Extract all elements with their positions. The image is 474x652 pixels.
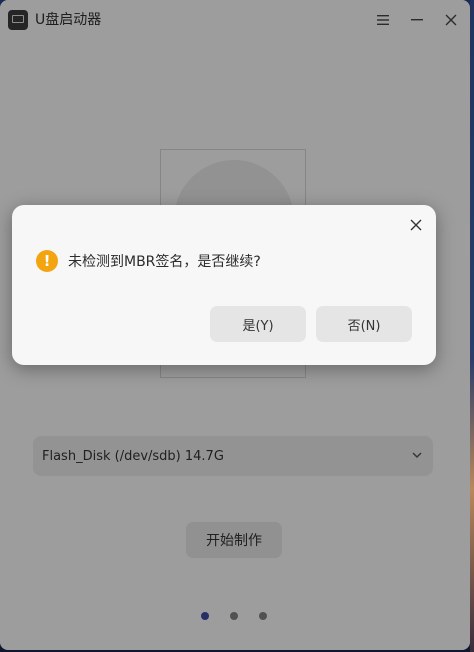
close-icon[interactable] [406,215,426,235]
warning-icon: ! [36,250,58,272]
confirm-dialog: ! 未检测到MBR签名，是否继续? 是(Y) 否(N) [12,205,436,365]
desktop-background [470,0,474,652]
dialog-message: 未检测到MBR签名，是否继续? [68,254,261,270]
app-window: U盘启动器 Flash_Disk (/dev/sdb) 14.7G 开始制作 !… [0,0,470,650]
yes-button[interactable]: 是(Y) [210,306,306,342]
no-button[interactable]: 否(N) [316,306,412,342]
